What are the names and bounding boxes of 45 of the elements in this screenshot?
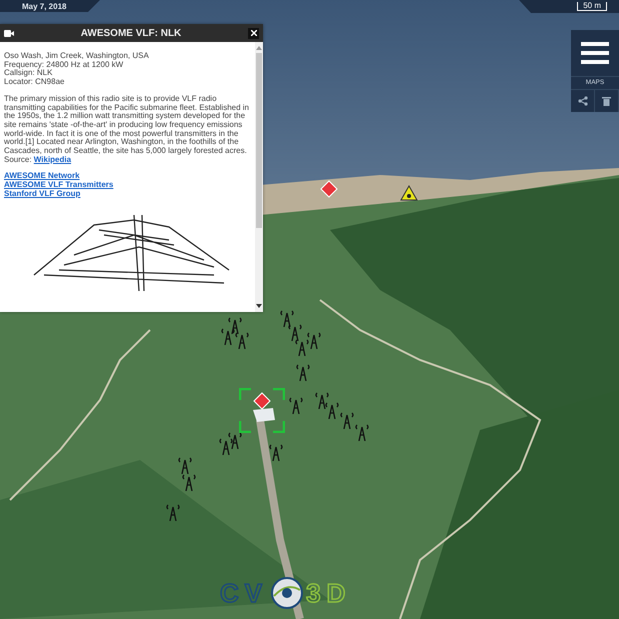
source-link[interactable]: Wikipedia [34,154,72,164]
menu-icon [581,42,609,64]
radio-tower-icon[interactable] [355,423,369,441]
radio-tower-icon[interactable] [166,503,180,521]
radio-tower-icon[interactable] [325,401,339,419]
radio-tower-icon[interactable] [296,363,310,381]
radio-tower-icon[interactable] [182,473,196,491]
camera-icon[interactable] [4,30,14,36]
radio-tower-icon[interactable] [307,331,321,349]
scroll-up-icon[interactable] [256,46,262,50]
radio-tower-icon[interactable] [228,316,242,334]
detail-text: Oso Wash, Jim Creek, Washington, USA [4,52,149,61]
radio-tower-icon[interactable] [235,331,249,349]
radio-tower-icon[interactable] [228,431,242,449]
trash-icon [602,96,611,106]
resource-link[interactable]: Stanford VLF Group [4,190,80,199]
selection-marker-drawing[interactable] [239,388,285,433]
app-logo: CV 3D [220,576,352,610]
resource-link[interactable]: AWESOME Network [4,172,80,182]
radio-tower-icon[interactable] [178,456,192,474]
radio-tower-icon[interactable] [289,396,303,414]
detail-text: Frequency: 24800 Hz at 1200 kW [4,60,124,69]
radio-tower-icon[interactable] [288,323,302,341]
radio-tower-icon[interactable] [269,443,283,461]
close-icon [250,30,256,36]
hazard-icon[interactable] [400,185,418,201]
detail-text: Callsign: NLK [4,69,52,78]
radio-tower-icon[interactable] [219,437,233,455]
scale-bar-label: 50 m [577,2,607,11]
resource-link[interactable]: AWESOME VLF Transmitters [4,181,114,190]
description-text: The primary mission of this radio site is to provide VLF radio transmitting capabilities for the Pacific submarine fleet. Established in the 1950s, the 1.2 million watt transmitting system developed for the site remains 'state -of-the-art' in producing low frequency emissions world-wide. In fact it is one of the most powerful transmitters in the world.[1] Located near Arlington, Washington, in the foothills of the Cascades, north of Seattle, the site has 5,000 largely forested acres. Source: Wikipedia [4,94,250,164]
share-icon [578,96,588,106]
scrollbar-thumb[interactable] [256,53,262,228]
scrollbar[interactable] [255,42,263,312]
radio-tower-icon[interactable] [315,391,329,409]
radio-tower-icon[interactable] [340,411,354,429]
diamond-marker-icon[interactable] [320,180,338,198]
popup-title: AWESOME VLF: NLK [80,28,182,38]
radio-tower-icon[interactable] [221,327,235,345]
close-button[interactable] [248,28,259,38]
radio-tower-icon[interactable] [280,309,294,327]
radio-tower-icon[interactable] [295,338,309,356]
date-label: May 7, 2018 [22,2,66,10]
detail-text: Locator: CN98ae [4,78,64,87]
scroll-down-icon[interactable] [256,304,262,308]
